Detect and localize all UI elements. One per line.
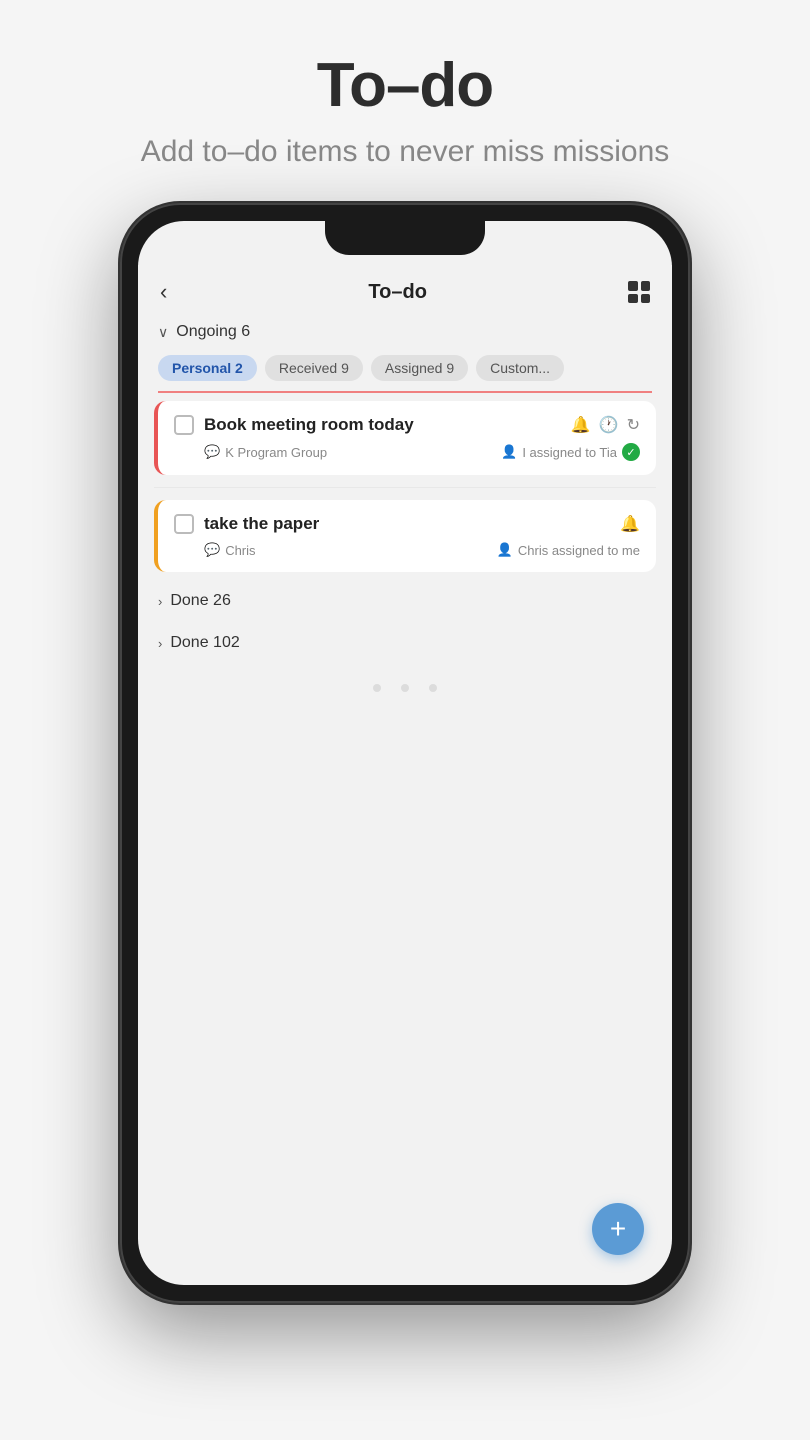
task-group-label-2: Chris: [225, 543, 255, 558]
bell-icon-2: 🔔: [620, 514, 640, 534]
screen-title: To–do: [368, 281, 427, 304]
task-meta-1: 💬 K Program Group 👤 I assigned to Tia ✓: [174, 443, 640, 461]
phone-notch: [325, 221, 485, 255]
task-group-2: 💬 Chris: [204, 542, 256, 558]
task-checkbox-2[interactable]: [174, 514, 194, 534]
done-chevron-26-icon: ›: [158, 594, 162, 609]
task-assign-label-2: Chris assigned to me: [518, 543, 640, 558]
person-icon-1: 👤: [501, 444, 517, 460]
filter-tabs-row: Personal 2 Received 9 Assigned 9 Custom.…: [138, 349, 672, 391]
page-title: To–do: [141, 50, 670, 121]
filter-tab-received[interactable]: Received 9: [265, 355, 363, 381]
task-group-1: 💬 K Program Group: [204, 444, 327, 460]
task-assign-2: 👤 Chris assigned to me: [497, 542, 640, 558]
top-bar: ‹ To–do: [138, 265, 672, 315]
task-row-1: Book meeting room today 🔔 🕐 ↻: [174, 415, 640, 435]
phone-frame: ‹ To–do ∨ Ongoing 6 Personal 2 Received …: [120, 203, 690, 1303]
task-title-2: take the paper: [204, 514, 610, 534]
ongoing-label: Ongoing 6: [176, 323, 250, 341]
filter-tab-assigned[interactable]: Assigned 9: [371, 355, 468, 381]
grid-view-icon[interactable]: [628, 281, 650, 303]
done-chevron-102-icon: ›: [158, 636, 162, 651]
done-section-102[interactable]: › Done 102: [138, 622, 672, 664]
urgent-divider: [158, 391, 652, 393]
check-complete-icon-1: ✓: [622, 443, 640, 461]
task-group-label-1: K Program Group: [225, 445, 327, 460]
bell-icon-1: 🔔: [571, 415, 591, 435]
bottom-dots: [138, 664, 672, 702]
task-row-2: take the paper 🔔: [174, 514, 640, 534]
task-title-1: Book meeting room today: [204, 415, 561, 435]
ongoing-section-header[interactable]: ∨ Ongoing 6: [138, 315, 672, 349]
refresh-icon-1: ↻: [627, 415, 640, 435]
page-subtitle: Add to–do items to never miss missions: [141, 131, 670, 173]
filter-tab-custom[interactable]: Custom...: [476, 355, 564, 381]
task-card-1: Book meeting room today 🔔 🕐 ↻ 💬 K Progra…: [154, 401, 656, 475]
filter-tab-personal[interactable]: Personal 2: [158, 355, 257, 381]
chat-icon-2: 💬: [204, 542, 220, 558]
task-checkbox-1[interactable]: [174, 415, 194, 435]
plus-icon: +: [610, 1215, 626, 1243]
task-assign-1: 👤 I assigned to Tia ✓: [501, 443, 640, 461]
done-label-102: Done 102: [170, 634, 239, 652]
task-assign-label-1: I assigned to Tia: [522, 445, 617, 460]
task-icons-1: 🔔 🕐 ↻: [571, 415, 640, 435]
task-meta-2: 💬 Chris 👤 Chris assigned to me: [174, 542, 640, 558]
done-section-26[interactable]: › Done 26: [138, 580, 672, 622]
done-label-26: Done 26: [170, 592, 231, 610]
chat-icon-1: 💬: [204, 444, 220, 460]
back-button[interactable]: ‹: [160, 279, 167, 305]
person-icon-2: 👤: [497, 542, 513, 558]
task-icons-2: 🔔: [620, 514, 640, 534]
clock-icon-1: 🕐: [599, 415, 619, 435]
app-content: ‹ To–do ∨ Ongoing 6 Personal 2 Received …: [138, 221, 672, 1285]
ongoing-chevron-icon: ∨: [158, 324, 168, 341]
task-separator: [154, 487, 656, 488]
task-card-2: take the paper 🔔 💬 Chris 👤 Chris assigne…: [154, 500, 656, 572]
phone-screen: ‹ To–do ∨ Ongoing 6 Personal 2 Received …: [138, 221, 672, 1285]
add-task-fab[interactable]: +: [592, 1203, 644, 1255]
